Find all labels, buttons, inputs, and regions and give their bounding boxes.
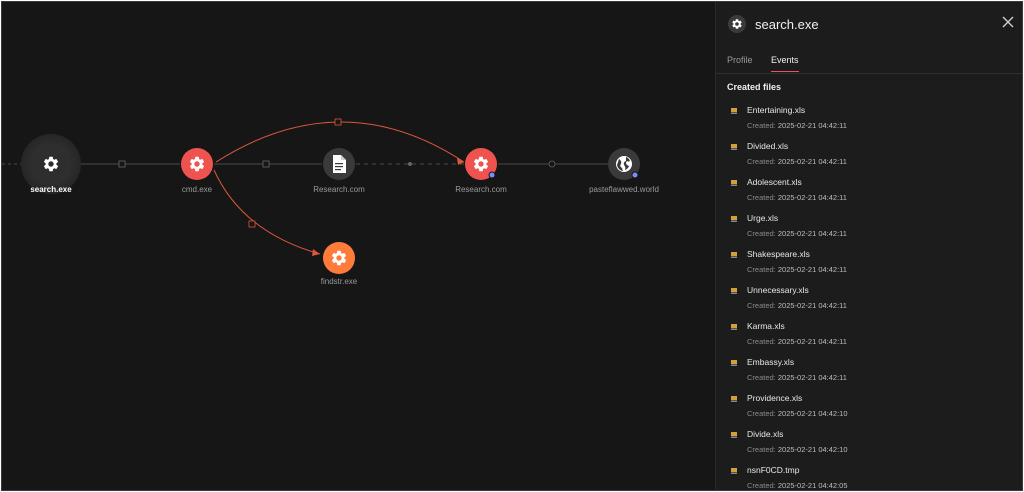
file-name: Divide.xls <box>747 429 784 439</box>
graph-svg <box>2 118 640 274</box>
edge-file-marker-hot <box>334 118 342 126</box>
file-name: Unnecessary.xls <box>747 285 809 295</box>
created-label: Created: <box>747 301 776 310</box>
file-created: Created: 2025-02-21 04:42:11 <box>747 373 847 382</box>
file-created: Created: 2025-02-21 04:42:11 <box>747 229 847 238</box>
list-item[interactable]: Adolescent.xls Created: 2025-02-21 04:42:… <box>716 174 1022 210</box>
node-label-findstr-exe: findstr.exe <box>320 277 358 286</box>
node-cmd-exe[interactable] <box>181 148 213 180</box>
tab-profile[interactable]: Profile <box>727 55 753 71</box>
created-timestamp: 2025-02-21 04:42:11 <box>777 301 847 310</box>
file-name: Karma.xls <box>747 321 785 331</box>
gear-icon <box>728 15 746 33</box>
edge-cmd-findstr <box>213 169 321 255</box>
edge-file-marker <box>118 160 126 168</box>
file-icon <box>731 432 737 438</box>
created-timestamp: 2025-02-21 04:42:11 <box>777 373 847 382</box>
list-item[interactable]: Providence.xls Created: 2025-02-21 04:42:… <box>716 390 1022 426</box>
created-timestamp: 2025-02-21 04:42:11 <box>777 157 847 166</box>
created-timestamp: 2025-02-21 04:42:11 <box>777 265 847 274</box>
node-label-research-file: Research.com <box>313 185 365 194</box>
created-timestamp: 2025-02-21 04:42:05 <box>777 481 848 490</box>
panel-header: search.exe <box>716 2 1022 46</box>
file-icon <box>731 108 737 114</box>
section-title-created-files: Created files <box>727 82 782 92</box>
edge-dot-marker <box>408 162 412 166</box>
file-created: Created: 2025-02-21 04:42:05 <box>747 481 848 490</box>
file-name: Adolescent.xls <box>747 177 802 187</box>
list-item[interactable]: nsnF0CD.tmp Created: 2025-02-21 04:42:05 <box>716 462 1022 490</box>
file-icon <box>731 180 737 186</box>
node-pasteflawwed[interactable] <box>608 148 640 180</box>
close-icon[interactable] <box>1000 14 1016 30</box>
panel-tabs: Profile Events <box>716 52 1022 74</box>
list-item[interactable]: Entertaining.xls Created: 2025-02-21 04:4… <box>716 102 1022 138</box>
file-icon <box>731 468 737 474</box>
created-label: Created: <box>747 157 776 166</box>
file-icon <box>731 324 737 330</box>
list-item[interactable]: Divide.xls Created: 2025-02-21 04:42:10 <box>716 426 1022 462</box>
created-timestamp: 2025-02-21 04:42:11 <box>777 193 847 202</box>
file-name: Urge.xls <box>747 213 779 223</box>
edge-file-marker-hot <box>248 220 256 228</box>
file-icon <box>731 252 737 258</box>
list-item[interactable]: Divided.xls Created: 2025-02-21 04:42:11 <box>716 138 1022 174</box>
file-created: Created: 2025-02-21 04:42:11 <box>747 121 847 130</box>
file-name: Divided.xls <box>747 141 789 151</box>
file-created: Created: 2025-02-21 04:42:10 <box>747 409 848 418</box>
file-icon <box>731 216 737 222</box>
file-created: Created: 2025-02-21 04:42:11 <box>747 193 847 202</box>
list-item[interactable]: Urge.xls Created: 2025-02-21 04:42:11 <box>716 210 1022 246</box>
file-name: Embassy.xls <box>747 357 795 367</box>
created-timestamp: 2025-02-21 04:42:10 <box>777 445 848 454</box>
created-timestamp: 2025-02-21 04:42:11 <box>777 121 847 130</box>
list-item[interactable]: Shakespeare.xls Created: 2025-02-21 04:42… <box>716 246 1022 282</box>
file-icon <box>731 144 737 150</box>
file-created: Created: 2025-02-21 04:42:11 <box>747 337 847 346</box>
created-label: Created: <box>747 337 776 346</box>
file-name: nsnF0CD.tmp <box>747 465 800 475</box>
file-name: Shakespeare.xls <box>747 249 810 259</box>
node-label-pasteflawwed: pasteflawwed.world <box>589 185 659 194</box>
edge-network-marker <box>548 160 556 168</box>
globe-icon <box>616 156 632 172</box>
panel-title: search.exe <box>755 17 819 32</box>
created-label: Created: <box>747 265 776 274</box>
app-frame: search.exe cmd.exe Research.com Research… <box>1 1 1023 491</box>
file-icon <box>731 396 737 402</box>
node-research-file[interactable] <box>323 148 355 180</box>
created-timestamp: 2025-02-21 04:42:10 <box>777 409 848 418</box>
node-findstr-exe[interactable] <box>323 242 355 274</box>
file-icon <box>731 288 737 294</box>
node-label-research-proc: Research.com <box>455 185 507 194</box>
file-created: Created: 2025-02-21 04:42:11 <box>747 301 847 310</box>
node-label-search-exe: search.exe <box>30 185 72 194</box>
created-label: Created: <box>747 121 776 130</box>
file-created: Created: 2025-02-21 04:42:10 <box>747 445 848 454</box>
created-timestamp: 2025-02-21 04:42:11 <box>777 337 847 346</box>
created-timestamp: 2025-02-21 04:42:11 <box>777 229 847 238</box>
created-label: Created: <box>747 193 776 202</box>
created-label: Created: <box>747 409 776 418</box>
list-item[interactable]: Karma.xls Created: 2025-02-21 04:42:11 <box>716 318 1022 354</box>
created-files-list: Entertaining.xls Created: 2025-02-21 04:4… <box>716 102 1022 490</box>
list-item[interactable]: Unnecessary.xls Created: 2025-02-21 04:42… <box>716 282 1022 318</box>
created-label: Created: <box>747 373 776 382</box>
edge-file-marker <box>262 160 270 168</box>
file-name: Entertaining.xls <box>747 105 806 115</box>
edge-arrow <box>312 249 320 256</box>
process-graph-canvas[interactable]: search.exe cmd.exe Research.com Research… <box>2 2 715 490</box>
list-item[interactable]: Embassy.xls Created: 2025-02-21 04:42:11 <box>716 354 1022 390</box>
node-label-cmd-exe: cmd.exe <box>181 185 213 194</box>
file-name: Providence.xls <box>747 393 803 403</box>
tab-events[interactable]: Events <box>771 55 799 72</box>
created-label: Created: <box>747 445 776 454</box>
created-label: Created: <box>747 481 776 490</box>
file-icon <box>731 360 737 366</box>
file-created: Created: 2025-02-21 04:42:11 <box>747 157 847 166</box>
created-label: Created: <box>747 229 776 238</box>
details-panel: search.exe Profile Events Created files … <box>715 2 1022 490</box>
file-created: Created: 2025-02-21 04:42:11 <box>747 265 847 274</box>
node-research-proc[interactable] <box>465 148 497 180</box>
